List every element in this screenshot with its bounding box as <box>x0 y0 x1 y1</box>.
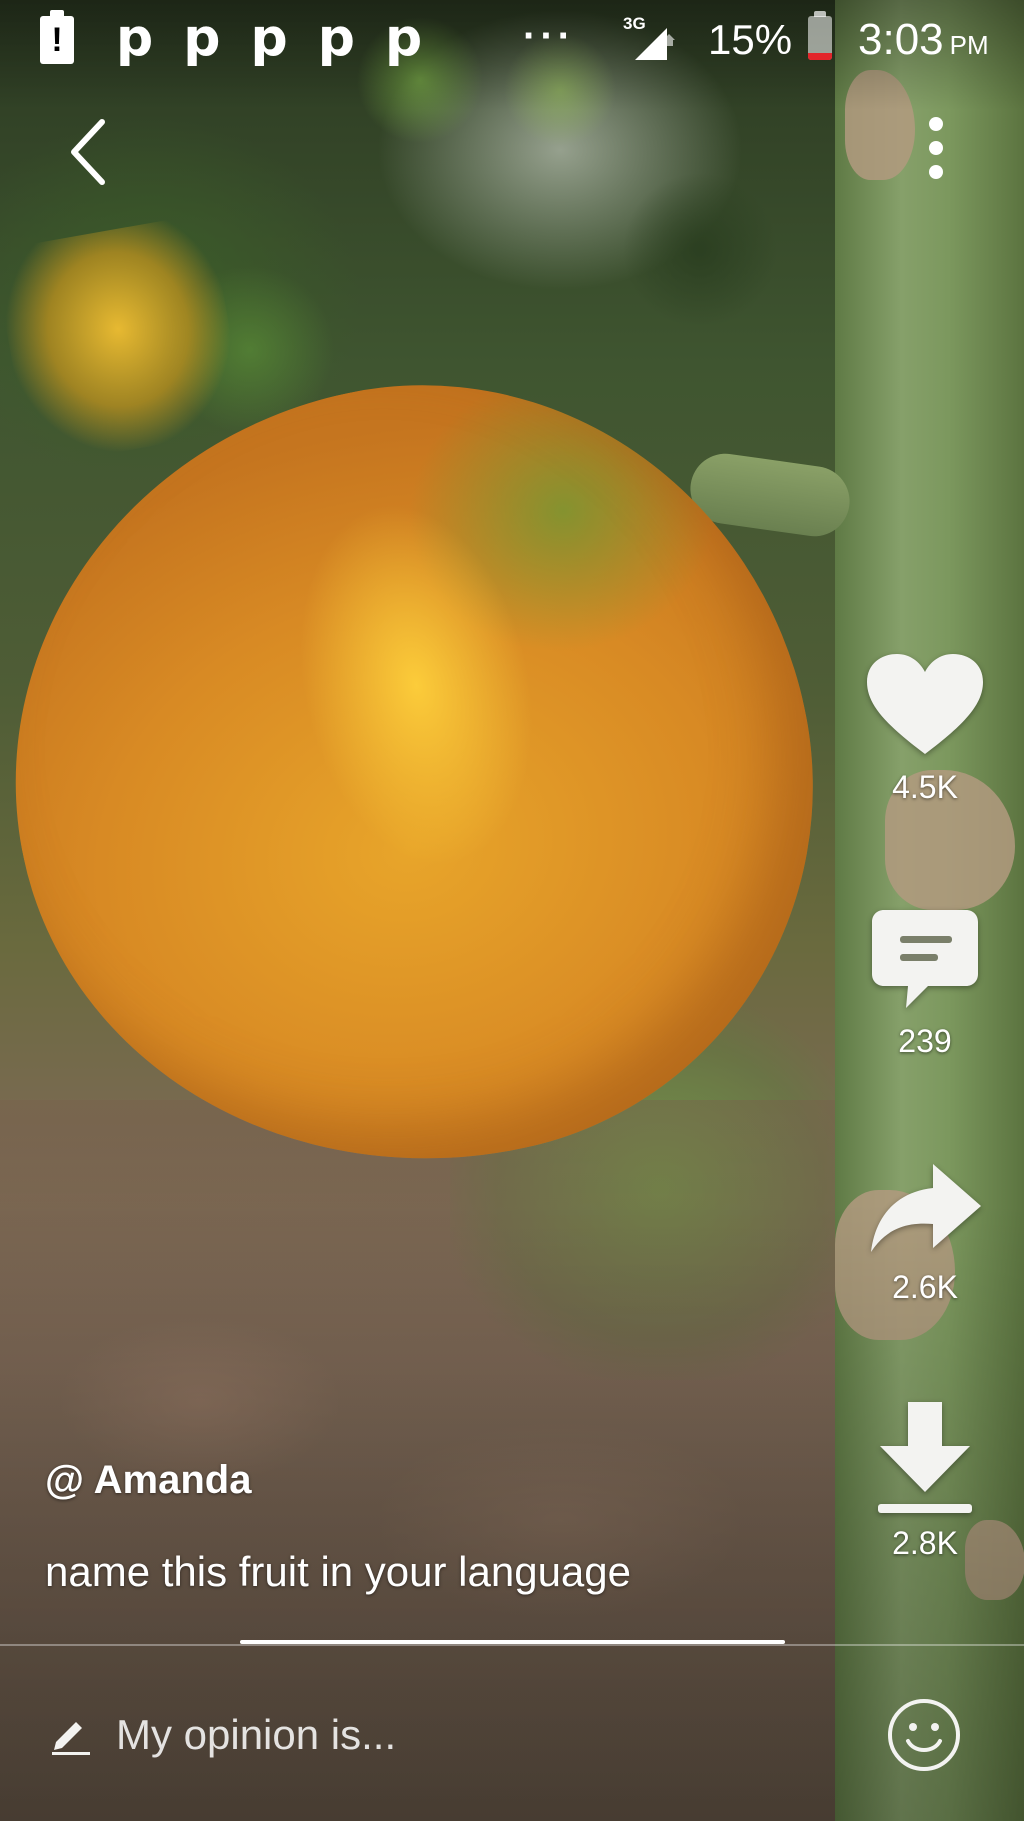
pencil-icon <box>52 1722 90 1755</box>
heart-icon <box>867 654 983 754</box>
emoji-button[interactable] <box>886 1697 962 1773</box>
comment-icon <box>872 910 978 1008</box>
more-notifications-icon: ··· <box>523 14 575 58</box>
divider-line <box>0 1644 1024 1646</box>
download-count: 2.8K <box>892 1525 958 1561</box>
notification-icon: p <box>384 8 423 68</box>
back-button[interactable] <box>60 110 120 190</box>
battery-icon <box>808 11 832 60</box>
clock-time: 3:03 <box>858 15 944 64</box>
download-button[interactable]: 2.8K <box>860 1400 990 1562</box>
notification-icons: p p p p p <box>116 8 422 68</box>
share-button[interactable]: 2.6K <box>860 1160 990 1306</box>
notification-icon: p <box>250 8 288 68</box>
clock: 3:03 PM <box>858 12 989 78</box>
clock-ampm: PM <box>949 30 989 60</box>
status-bar: ! p p p p p ··· 3G 15% 3:03 PM <box>0 0 1024 80</box>
share-arrow-icon <box>871 1164 981 1252</box>
like-button[interactable]: 4.5K <box>860 652 990 806</box>
battery-alert-glyph: ! <box>51 21 63 59</box>
notification-icon: p <box>317 8 355 68</box>
battery-percentage: 15% <box>708 16 793 63</box>
battery-alert-icon: ! <box>40 10 74 64</box>
comment-count: 239 <box>898 1023 952 1059</box>
post-caption: name this fruit in your language <box>45 1548 632 1595</box>
author-name[interactable]: @ Amanda <box>45 1458 251 1503</box>
more-options-button[interactable] <box>916 112 956 192</box>
more-vertical-icon <box>929 117 943 179</box>
network-signal-icon: 3G <box>623 14 679 64</box>
video-progress-bar[interactable] <box>240 1640 785 1644</box>
yellow-leaf <box>0 212 248 468</box>
back-arrow-icon <box>71 119 105 185</box>
comment-input[interactable] <box>116 1705 756 1765</box>
notification-icon: p <box>183 8 221 68</box>
share-count: 2.6K <box>892 1269 958 1305</box>
comment-button[interactable]: 239 <box>860 908 990 1060</box>
like-count: 4.5K <box>892 769 958 805</box>
notification-icon: p <box>116 8 154 68</box>
smiley-icon <box>888 1699 960 1771</box>
download-icon <box>878 1402 972 1513</box>
